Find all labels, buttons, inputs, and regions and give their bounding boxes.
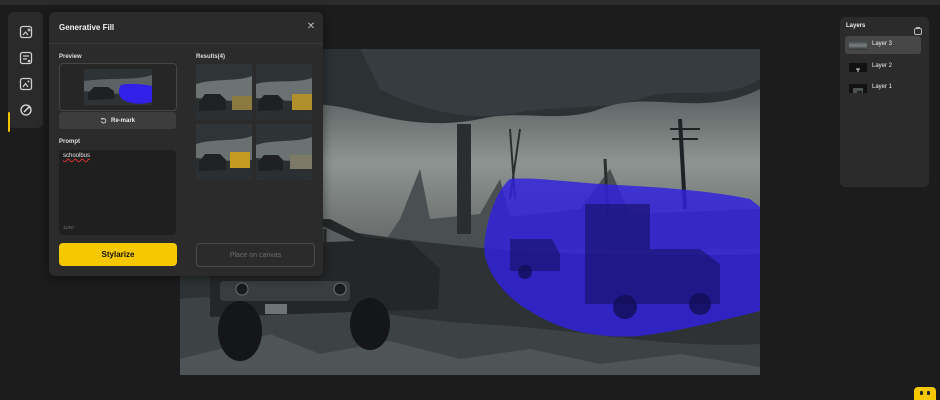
layers-icon[interactable] xyxy=(914,22,922,35)
results-label: Results(4) xyxy=(196,54,226,60)
close-icon[interactable]: ✕ xyxy=(305,21,317,33)
layer-label: Layer 3 xyxy=(872,41,893,47)
prompt-label: Prompt xyxy=(59,139,80,145)
prompt-text: schoolbus xyxy=(63,153,91,159)
prompt-input[interactable]: schoolbus 11/50 xyxy=(59,150,176,235)
top-bar xyxy=(0,0,940,5)
result-thumbnail-1[interactable] xyxy=(196,64,252,120)
place-on-canvas-button[interactable]: Place on canvas xyxy=(196,243,315,267)
layer-item-1[interactable]: Layer 1 xyxy=(845,79,921,97)
layer-label: Layer 2 xyxy=(872,63,893,69)
image-edit-icon[interactable] xyxy=(16,48,36,68)
layer-item-2[interactable]: Layer 2 xyxy=(845,58,921,76)
re-mark-label: Re-mark xyxy=(110,117,135,124)
image-expand-icon[interactable] xyxy=(16,74,36,94)
layer-thumbnail xyxy=(849,84,867,93)
preview-thumbnail xyxy=(84,69,152,105)
layers-panel: Layers Layer 3 Layer 2 Layer 1 xyxy=(840,17,929,187)
tool-rail xyxy=(8,12,43,132)
layers-title: Layers xyxy=(846,23,866,29)
prompt-character-count: 11/50 xyxy=(63,225,74,230)
result-thumbnail-2[interactable] xyxy=(256,64,312,120)
panel-title: Generative Fill xyxy=(59,23,115,32)
stylize-button[interactable]: Stylarize xyxy=(59,243,177,266)
magic-fill-icon[interactable] xyxy=(16,100,36,120)
active-tool-indicator xyxy=(8,112,10,132)
re-mark-button[interactable]: Re-mark xyxy=(59,112,176,129)
result-thumbnail-4[interactable] xyxy=(256,124,312,180)
preview-box xyxy=(59,63,177,111)
layer-label: Layer 1 xyxy=(872,84,893,90)
preview-label: Preview xyxy=(59,54,82,60)
layer-thumbnail xyxy=(849,63,867,72)
generative-fill-panel: Generative Fill ✕ Preview Results(4) Re-… xyxy=(49,12,323,276)
layer-thumbnail xyxy=(849,41,867,50)
assistant-mascot-icon[interactable] xyxy=(914,387,936,400)
image-add-icon[interactable] xyxy=(16,22,36,42)
undo-icon xyxy=(100,117,107,124)
layer-item-3[interactable]: Layer 3 xyxy=(845,36,921,54)
panel-divider xyxy=(49,43,323,44)
result-thumbnail-3[interactable] xyxy=(196,124,252,180)
